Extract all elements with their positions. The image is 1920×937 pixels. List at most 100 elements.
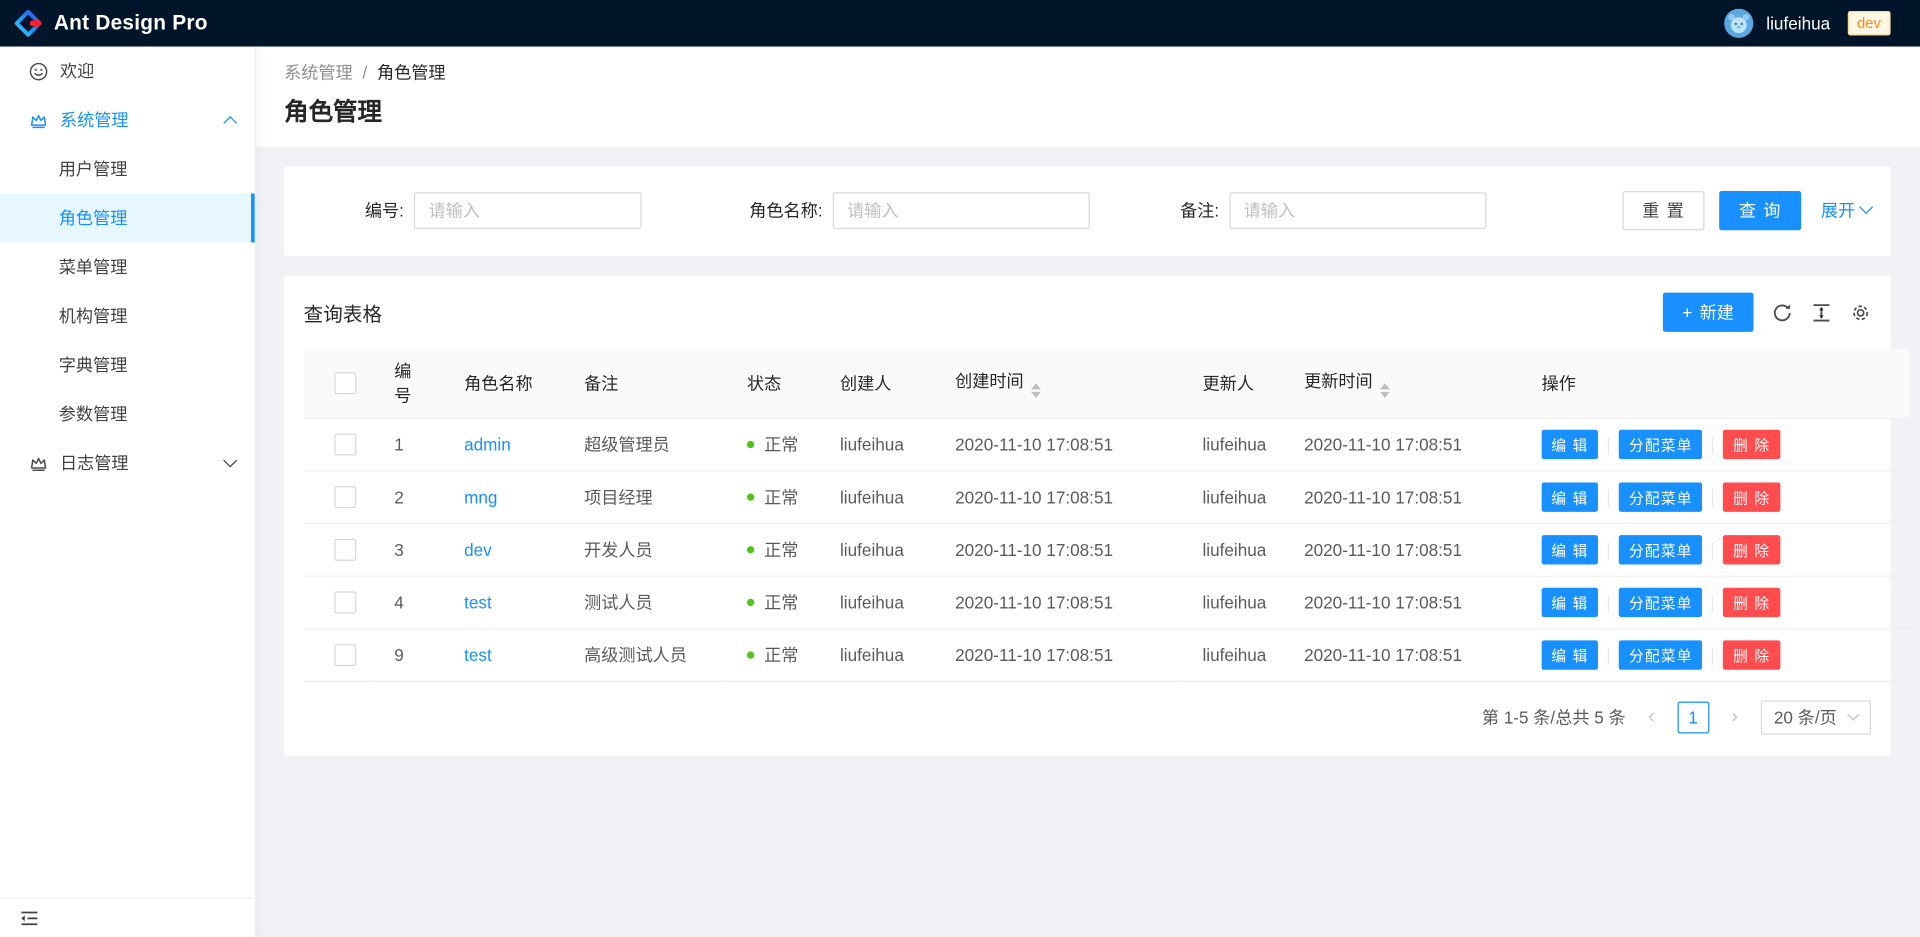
cell-id: 3 — [375, 523, 445, 576]
reset-button[interactable]: 重 置 — [1623, 191, 1705, 230]
user-name[interactable]: liufeihua — [1766, 13, 1830, 33]
page-size-value: 20 条/页 — [1774, 705, 1837, 729]
sidebar-submenu-log[interactable]: 日志管理 — [0, 438, 255, 487]
breadcrumb-item-system[interactable]: 系统管理 — [284, 59, 353, 86]
row-checkbox[interactable] — [334, 486, 356, 508]
remark-field[interactable] — [1229, 192, 1486, 229]
sidebar-submenu-label: 日志管理 — [60, 451, 129, 475]
settings-gear-icon[interactable] — [1850, 302, 1871, 323]
row-checkbox[interactable] — [334, 592, 356, 614]
assign-menu-button[interactable]: 分配菜单 — [1619, 640, 1702, 669]
row-checkbox[interactable] — [334, 644, 356, 666]
sidebar-item-role-mgmt[interactable]: 角色管理 — [0, 193, 255, 242]
cell-update-time: 2020-11-10 17:08:51 — [1284, 471, 1522, 524]
cell-create-time: 2020-11-10 17:08:51 — [936, 471, 1183, 524]
sidebar-item-menu-mgmt[interactable]: 菜单管理 — [0, 242, 255, 291]
status-dot — [747, 651, 754, 658]
edit-button[interactable]: 编 辑 — [1542, 535, 1599, 564]
divider — [1712, 490, 1713, 507]
role-name-link[interactable]: test — [464, 645, 492, 665]
status-dot — [747, 599, 754, 606]
delete-button[interactable]: 删 除 — [1723, 588, 1780, 617]
pagination: 第 1-5 条/总共 5 条 ‹ 1 › 20 条/页 — [284, 682, 1891, 753]
assign-menu-button[interactable]: 分配菜单 — [1619, 430, 1702, 459]
prev-page-icon[interactable]: ‹ — [1635, 702, 1667, 734]
table-card: 查询表格 + 新建 — [284, 276, 1891, 756]
cell-create-time: 2020-11-10 17:08:51 — [936, 629, 1183, 682]
expand-link[interactable]: 展开 — [1821, 198, 1871, 222]
column-height-icon[interactable] — [1811, 302, 1832, 323]
sidebar-item-welcome[interactable]: 欢迎 — [0, 47, 255, 96]
cell-id: 1 — [375, 418, 445, 471]
role-name-field-label: 角色名称: — [749, 198, 822, 222]
table-row: 9 test 高级测试人员 正常 liufeihua 2020-11-10 17… — [304, 629, 1911, 682]
sorter-icon[interactable] — [1380, 383, 1390, 398]
edit-button[interactable]: 编 辑 — [1542, 640, 1599, 669]
form-item-remark: 备注: — [1180, 192, 1486, 229]
new-button-label: 新建 — [1700, 300, 1734, 324]
role-name-field[interactable] — [832, 192, 1089, 229]
delete-button[interactable]: 删 除 — [1723, 640, 1780, 669]
delete-button[interactable]: 删 除 — [1723, 535, 1780, 564]
role-name-link[interactable]: test — [464, 593, 492, 613]
sidebar-submenu-system-children: 用户管理 角色管理 菜单管理 机构管理 字典管理 参数管理 — [0, 144, 255, 438]
next-page-icon[interactable]: › — [1719, 702, 1751, 734]
sidebar-item-user-mgmt[interactable]: 用户管理 — [0, 144, 255, 193]
col-header-remark: 备注 — [564, 349, 727, 418]
assign-menu-button[interactable]: 分配菜单 — [1619, 482, 1702, 511]
id-field[interactable] — [414, 192, 642, 229]
status-badge: 正常 — [727, 523, 820, 576]
status-label: 正常 — [764, 487, 798, 507]
sidebar-item-param-mgmt[interactable]: 参数管理 — [0, 389, 255, 438]
role-name-link[interactable]: admin — [464, 435, 511, 455]
delete-button[interactable]: 删 除 — [1723, 430, 1780, 459]
edit-button[interactable]: 编 辑 — [1542, 482, 1599, 511]
status-badge: 正常 — [727, 418, 820, 471]
chevron-down-icon — [225, 453, 235, 473]
page-title: 角色管理 — [284, 96, 1891, 130]
row-checkbox[interactable] — [334, 539, 356, 561]
remark-field-label: 备注: — [1180, 198, 1219, 222]
page-number[interactable]: 1 — [1677, 702, 1709, 734]
main-content: 系统管理 / 角色管理 角色管理 编号: 角色名称: 备注: — [255, 47, 1920, 937]
search-button[interactable]: 查 询 — [1719, 191, 1801, 230]
search-actions: 重 置 查 询 展开 — [1623, 191, 1871, 230]
sidebar-footer — [0, 898, 255, 937]
assign-menu-button[interactable]: 分配菜单 — [1619, 535, 1702, 564]
edit-button[interactable]: 编 辑 — [1542, 588, 1599, 617]
assign-menu-button[interactable]: 分配菜单 — [1619, 588, 1702, 617]
cell-update-time: 2020-11-10 17:08:51 — [1284, 629, 1522, 682]
sidebar-item-dict-mgmt[interactable]: 字典管理 — [0, 340, 255, 389]
app-title: Ant Design Pro — [54, 11, 208, 35]
avatar[interactable] — [1725, 9, 1754, 38]
status-dot — [747, 493, 754, 500]
status-badge: 正常 — [727, 629, 820, 682]
sorter-icon[interactable] — [1031, 383, 1041, 398]
role-name-link[interactable]: mng — [464, 487, 497, 507]
delete-button[interactable]: 删 除 — [1723, 482, 1780, 511]
sidebar: 欢迎 系统管理 用户管理 角色管理 菜单管理 — [0, 47, 256, 937]
new-button[interactable]: + 新建 — [1663, 293, 1754, 332]
sidebar-item-org-mgmt[interactable]: 机构管理 — [0, 291, 255, 340]
cell-creator: liufeihua — [820, 576, 935, 629]
ant-design-logo-icon — [15, 10, 42, 37]
edit-button[interactable]: 编 辑 — [1542, 430, 1599, 459]
col-header-create-time[interactable]: 创建时间 — [936, 349, 1183, 418]
toolbar-actions: + 新建 — [1663, 293, 1871, 332]
menu-fold-icon[interactable] — [20, 908, 40, 928]
sidebar-submenu-system[interactable]: 系统管理 — [0, 96, 255, 145]
col-header-update-time[interactable]: 更新时间 — [1284, 349, 1522, 418]
reload-icon[interactable] — [1772, 302, 1793, 323]
status-label: 正常 — [764, 593, 798, 613]
status-badge: 正常 — [727, 471, 820, 524]
page-size-select[interactable]: 20 条/页 — [1760, 700, 1871, 734]
role-name-link[interactable]: dev — [464, 540, 492, 560]
select-all-checkbox[interactable] — [334, 372, 356, 394]
col-header-status: 状态 — [727, 349, 820, 418]
row-checkbox[interactable] — [334, 434, 356, 456]
logo-area[interactable]: Ant Design Pro — [15, 10, 208, 37]
col-header-label: 创建时间 — [955, 371, 1024, 391]
cell-actions: 编 辑分配菜单删 除 — [1522, 471, 1910, 524]
cell-remark: 超级管理员 — [564, 418, 727, 471]
crown-icon — [29, 454, 47, 472]
